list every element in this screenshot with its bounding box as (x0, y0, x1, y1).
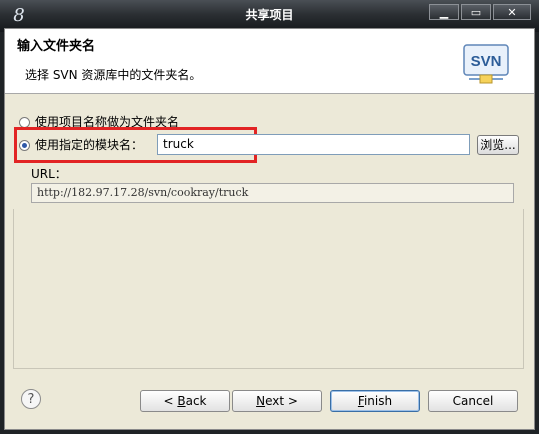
content-panel (13, 209, 524, 369)
finish-button[interactable]: Finish (330, 390, 420, 412)
maximize-button[interactable]: ▭ (461, 4, 491, 20)
url-group: URL： http://182.97.17.28/svn/cookray/tru… (27, 167, 522, 205)
browse-button[interactable]: 浏览... (477, 135, 519, 155)
url-label: URL： (31, 167, 67, 181)
help-icon[interactable]: ? (21, 389, 41, 409)
wizard-header: 输入文件夹名 选择 SVN 资源库中的文件夹名。 SVN (5, 29, 534, 94)
dialog-client-area: 输入文件夹名 选择 SVN 资源库中的文件夹名。 SVN 使用项目名称做为文件夹… (4, 28, 535, 430)
minimize-button[interactable]: ▁ (429, 4, 459, 20)
module-name-input[interactable]: truck (157, 134, 470, 155)
page-description: 选择 SVN 资源库中的文件夹名。 (25, 68, 202, 82)
close-button[interactable]: ✕ (493, 4, 531, 20)
back-rest: ack (185, 394, 207, 408)
back-button[interactable]: < Back (140, 390, 230, 412)
back-prefix: < (163, 394, 178, 408)
svn-logo-text: SVN (471, 53, 502, 70)
back-mnemonic: B (177, 394, 186, 408)
next-button[interactable]: Next > (232, 390, 322, 412)
use-project-name-radio[interactable] (19, 116, 30, 128)
window-controls: ▁ ▭ ✕ (429, 4, 531, 22)
next-rest: ext > (265, 394, 298, 408)
svn-logo-icon: SVN (463, 44, 509, 84)
page-title: 输入文件夹名 (17, 39, 96, 54)
button-bar: ? < Back Next > Finish Cancel (5, 375, 534, 419)
finish-rest: inish (363, 394, 393, 408)
next-mnemonic: N (256, 394, 266, 408)
cancel-button[interactable]: Cancel (428, 390, 518, 412)
url-field: http://182.97.17.28/svn/cookray/truck (31, 183, 514, 203)
dialog-window: 8 共享项目 ▁ ▭ ✕ 输入文件夹名 选择 SVN 资源库中的文件夹名。 SV… (0, 0, 539, 434)
